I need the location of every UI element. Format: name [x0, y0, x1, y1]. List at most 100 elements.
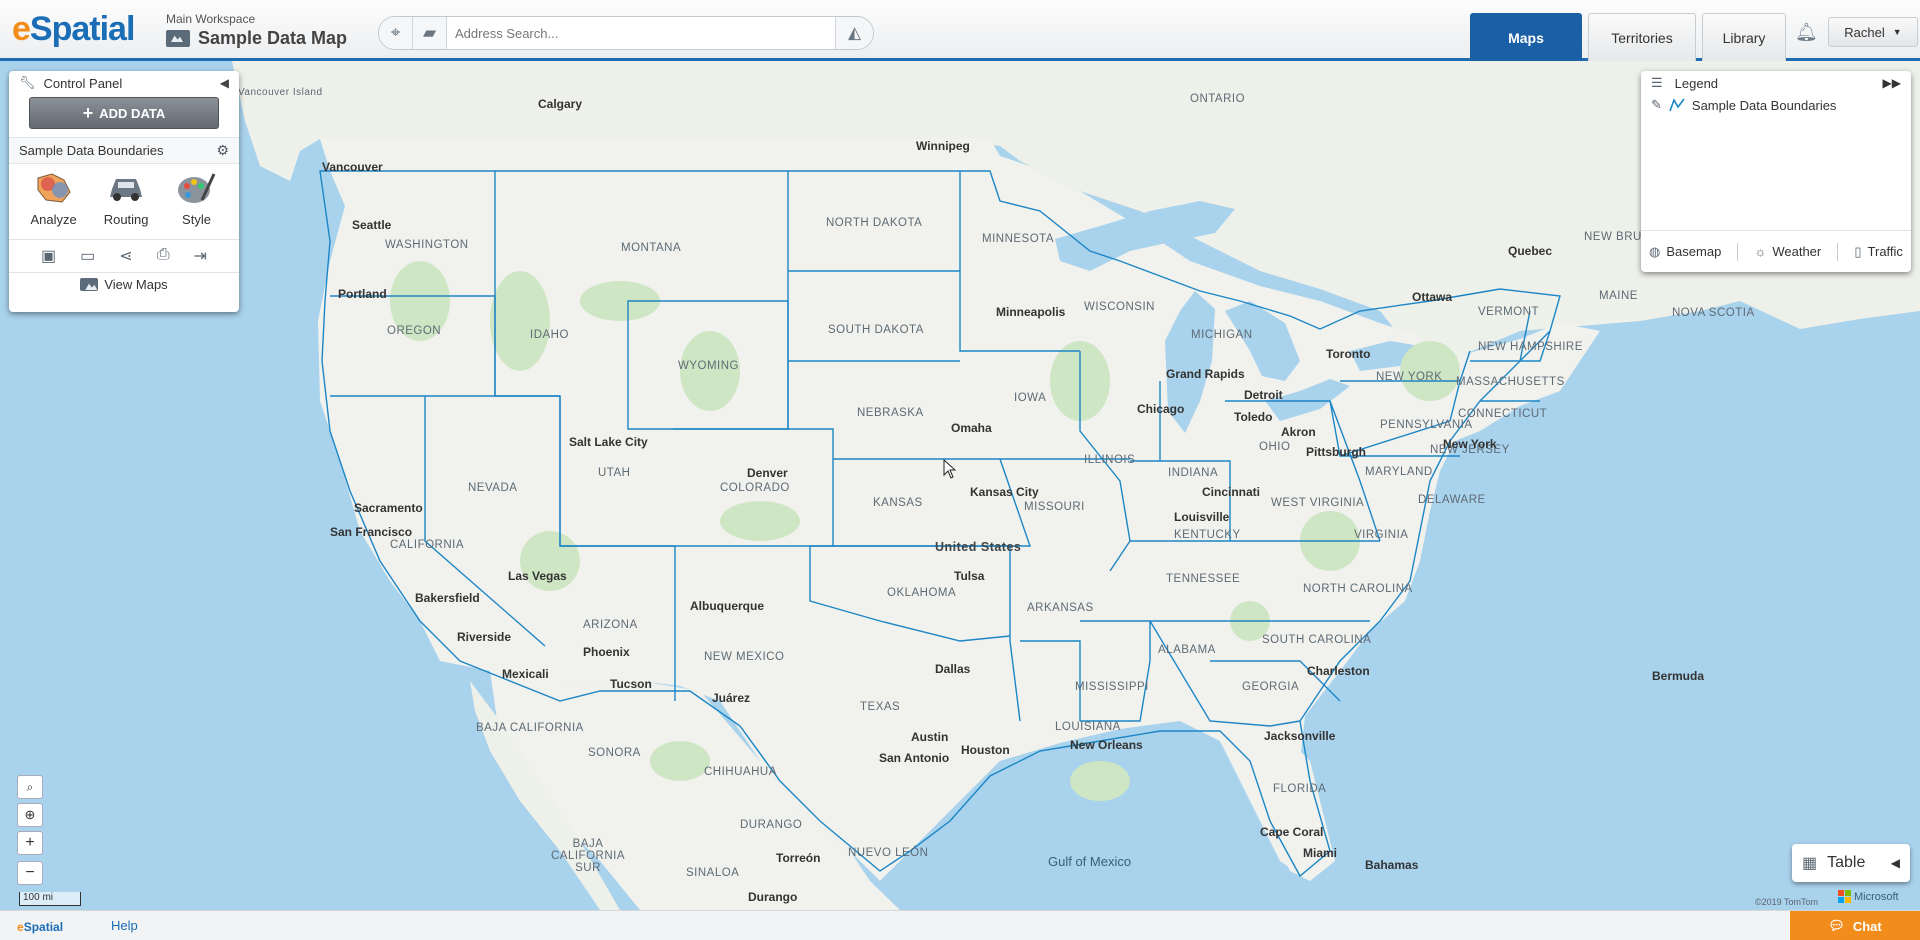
- table-button[interactable]: ▦ Table ◀: [1792, 844, 1910, 882]
- city-label: Toledo: [1234, 410, 1273, 424]
- city-label: New York: [1443, 437, 1497, 451]
- tab-maps[interactable]: Maps: [1470, 13, 1582, 61]
- print-icon[interactable]: ⎙: [157, 246, 170, 266]
- state-label: IOWA: [1014, 392, 1047, 404]
- state-label: PENNSYLVANIA: [1380, 419, 1473, 431]
- city-label: Albuquerque: [690, 599, 764, 613]
- tab-library[interactable]: Library: [1702, 13, 1786, 61]
- sun-icon: ☼: [1754, 244, 1767, 259]
- city-label: Torreón: [776, 851, 821, 865]
- zoom-box-button[interactable]: ⌕: [17, 775, 43, 799]
- state-label: IDAHO: [530, 329, 569, 341]
- palette-icon: [175, 170, 217, 206]
- city-label: Akron: [1281, 425, 1316, 439]
- microsoft-logo-icon: [1838, 890, 1851, 903]
- share-icon[interactable]: ⋖: [119, 246, 132, 266]
- state-label: OHIO: [1259, 441, 1291, 453]
- city-label: Bermuda: [1652, 669, 1705, 683]
- control-panel-title: Control Panel: [43, 75, 123, 91]
- state-label: MONTANA: [621, 242, 682, 254]
- espatial-logo[interactable]: eSpatial: [12, 10, 135, 49]
- view-maps-button[interactable]: View Maps: [9, 272, 239, 296]
- style-label: Style: [182, 212, 211, 227]
- state-label: NORTH DAKOTA: [826, 217, 923, 229]
- address-search-input[interactable]: [447, 17, 835, 49]
- tab-territories[interactable]: Territories: [1588, 13, 1696, 61]
- state-label: MINNESOTA: [982, 233, 1055, 245]
- legend-panel: ☰ Legend ▶▶ ✎ Sample Data Boundaries ◍ B…: [1641, 71, 1911, 272]
- basemap-label: Basemap: [1666, 244, 1722, 259]
- city-label: Denver: [747, 466, 788, 480]
- map-canvas[interactable]: Gulf of Mexico United States ONTARIO NOR…: [0, 61, 1920, 910]
- city-label: Winnipeg: [916, 139, 970, 153]
- city-label: Pittsburgh: [1306, 445, 1366, 459]
- state-label: MASSACHUSETTS: [1456, 376, 1565, 388]
- map-title[interactable]: Sample Data Map: [166, 28, 347, 49]
- chat-button[interactable]: 💬︎ Chat: [1790, 911, 1920, 940]
- gear-icon[interactable]: ⚙: [216, 142, 229, 159]
- state-label: MISSISSIPPI: [1075, 681, 1149, 693]
- legend-item[interactable]: ✎ Sample Data Boundaries: [1641, 95, 1911, 115]
- footer-logo[interactable]: eSpatial: [17, 920, 63, 934]
- state-label: MICHIGAN: [1191, 329, 1253, 341]
- city-label: New Orleans: [1070, 738, 1143, 752]
- action-row: ▣ ▭ ⋖ ⎙ ⇥: [9, 239, 239, 272]
- basemap-button[interactable]: ◍ Basemap: [1649, 244, 1721, 260]
- city-label: Portland: [338, 287, 387, 301]
- city-label: Bahamas: [1365, 858, 1419, 872]
- traffic-button[interactable]: ▯ Traffic: [1854, 244, 1903, 260]
- state-label: DELAWARE: [1418, 494, 1486, 506]
- analyze-button[interactable]: Analyze: [30, 170, 77, 239]
- city-label: Vancouver: [322, 160, 383, 174]
- routing-button[interactable]: Routing: [104, 170, 149, 239]
- comment-search-button[interactable]: ▰: [413, 17, 447, 49]
- weather-button[interactable]: ☼ Weather: [1754, 244, 1821, 259]
- user-menu[interactable]: Rachel ▼: [1828, 17, 1918, 47]
- locate-button[interactable]: ⊕: [17, 803, 43, 827]
- state-label: MAINE: [1599, 290, 1638, 302]
- folder-icon[interactable]: ▭: [80, 246, 95, 266]
- export-icon[interactable]: ⇥: [194, 246, 207, 266]
- state-label: BAJA CALIFORNIA SUR: [550, 838, 625, 874]
- state-label: SONORA: [588, 747, 641, 759]
- workspace-title-area: Main Workspace Sample Data Map: [166, 12, 347, 49]
- plus-icon: +: [25, 834, 35, 851]
- collapse-left-icon[interactable]: ◀: [220, 76, 229, 90]
- view-maps-label: View Maps: [104, 277, 168, 292]
- state-label: SOUTH CAROLINA: [1262, 634, 1372, 646]
- add-location-button[interactable]: ◭: [835, 17, 873, 49]
- analyze-label: Analyze: [30, 212, 77, 227]
- city-label: Minneapolis: [996, 305, 1066, 319]
- city-label: Chicago: [1137, 402, 1185, 416]
- state-label: SINALOA: [686, 867, 740, 879]
- provider-logo: Microsoft: [1838, 890, 1899, 903]
- country-label: United States: [935, 540, 1022, 554]
- city-label: Cape Coral: [1260, 825, 1324, 839]
- style-button[interactable]: Style: [175, 170, 217, 239]
- add-data-label: ADD DATA: [99, 105, 166, 121]
- city-label: Las Vegas: [508, 569, 567, 583]
- city-label: Detroit: [1244, 388, 1283, 402]
- zoom-out-button[interactable]: −: [17, 861, 43, 885]
- add-data-button[interactable]: + ADD DATA: [29, 97, 219, 129]
- city-label: Jacksonville: [1264, 729, 1336, 743]
- help-link[interactable]: Help: [111, 918, 138, 933]
- state-label: CONNECTICUT: [1458, 408, 1548, 420]
- state-label: LOUISIANA: [1055, 721, 1121, 733]
- zoom-in-button[interactable]: +: [17, 831, 43, 855]
- state-label: WISCONSIN: [1084, 301, 1155, 313]
- map-icon: [166, 30, 190, 47]
- city-label: Kansas City: [970, 485, 1039, 499]
- save-icon[interactable]: ▣: [41, 246, 56, 266]
- state-label: WYOMING: [678, 360, 739, 372]
- layer-selector[interactable]: Sample Data Boundaries ⚙: [9, 137, 239, 164]
- state-label: ALABAMA: [1158, 644, 1216, 656]
- pin-search-button[interactable]: ⌖: [379, 17, 413, 49]
- city-label: Dallas: [935, 662, 971, 676]
- grid-icon: ▦: [1802, 855, 1818, 872]
- collapse-right-icon[interactable]: ▶▶: [1883, 76, 1901, 90]
- address-search-box: ⌖ ▰ ◭: [378, 16, 874, 50]
- state-label: COLORADO: [720, 482, 790, 494]
- bell-icon[interactable]: 🔔︎: [1795, 22, 1818, 43]
- city-label: Toronto: [1326, 347, 1371, 361]
